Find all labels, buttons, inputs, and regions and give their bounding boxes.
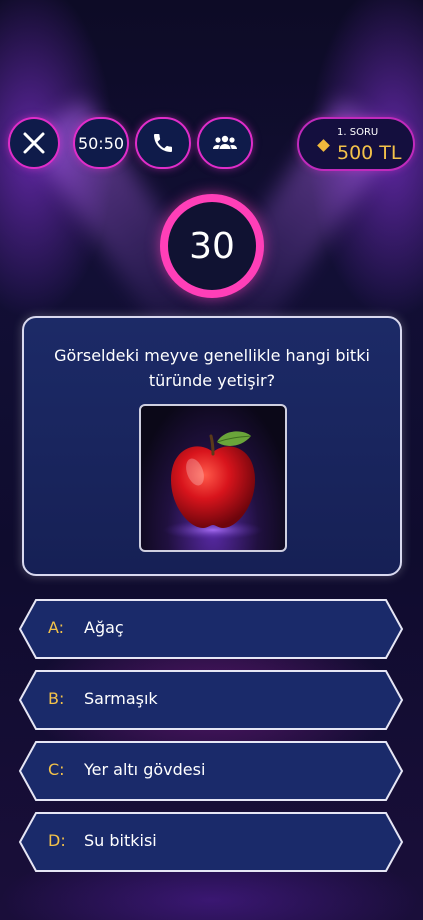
prize-amount: 500 TL <box>337 142 402 164</box>
answer-letter: C: <box>48 760 65 779</box>
close-icon <box>23 132 45 154</box>
timer-value: 30 <box>189 225 235 267</box>
answer-text: Sarmaşık <box>84 689 158 708</box>
apple-illustration <box>163 431 263 540</box>
audience-icon <box>213 135 237 149</box>
answer-option-d[interactable]: D: Su bitkisi <box>18 811 404 873</box>
ask-audience-button[interactable] <box>197 117 253 169</box>
answer-text: Yer altı gövdesi <box>84 760 206 779</box>
answer-frame <box>18 741 404 801</box>
answer-letter: A: <box>48 618 65 637</box>
top-bar: 50:50 1. SORU 500 TL <box>8 117 415 173</box>
answer-text: Su bitkisi <box>84 831 157 850</box>
close-button[interactable] <box>8 117 60 169</box>
question-card: Görseldeki meyve genellikle hangi bitki … <box>22 316 402 576</box>
question-text: Görseldeki meyve genellikle hangi bitki … <box>54 346 370 390</box>
answer-frame <box>18 599 404 659</box>
answer-letter: D: <box>48 831 66 850</box>
countdown-timer: 30 <box>160 194 264 298</box>
fifty-fifty-label: 50:50 <box>77 133 125 153</box>
fifty-fifty-button[interactable]: 50:50 <box>73 117 129 169</box>
answer-frame <box>18 670 404 730</box>
answer-option-a[interactable]: A: Ağaç <box>18 598 404 660</box>
answer-frame <box>18 812 404 872</box>
prize-indicator: 1. SORU 500 TL <box>297 117 415 171</box>
question-image-apple <box>139 404 287 552</box>
question-number: 1. SORU <box>337 127 379 138</box>
answer-option-c[interactable]: C: Yer altı gövdesi <box>18 740 404 802</box>
phone-icon <box>154 134 172 152</box>
answer-letter: B: <box>48 689 65 708</box>
phone-a-friend-button[interactable] <box>135 117 191 169</box>
diamond-icon <box>317 139 330 152</box>
answer-text: Ağaç <box>84 618 124 637</box>
answer-option-b[interactable]: B: Sarmaşık <box>18 669 404 731</box>
